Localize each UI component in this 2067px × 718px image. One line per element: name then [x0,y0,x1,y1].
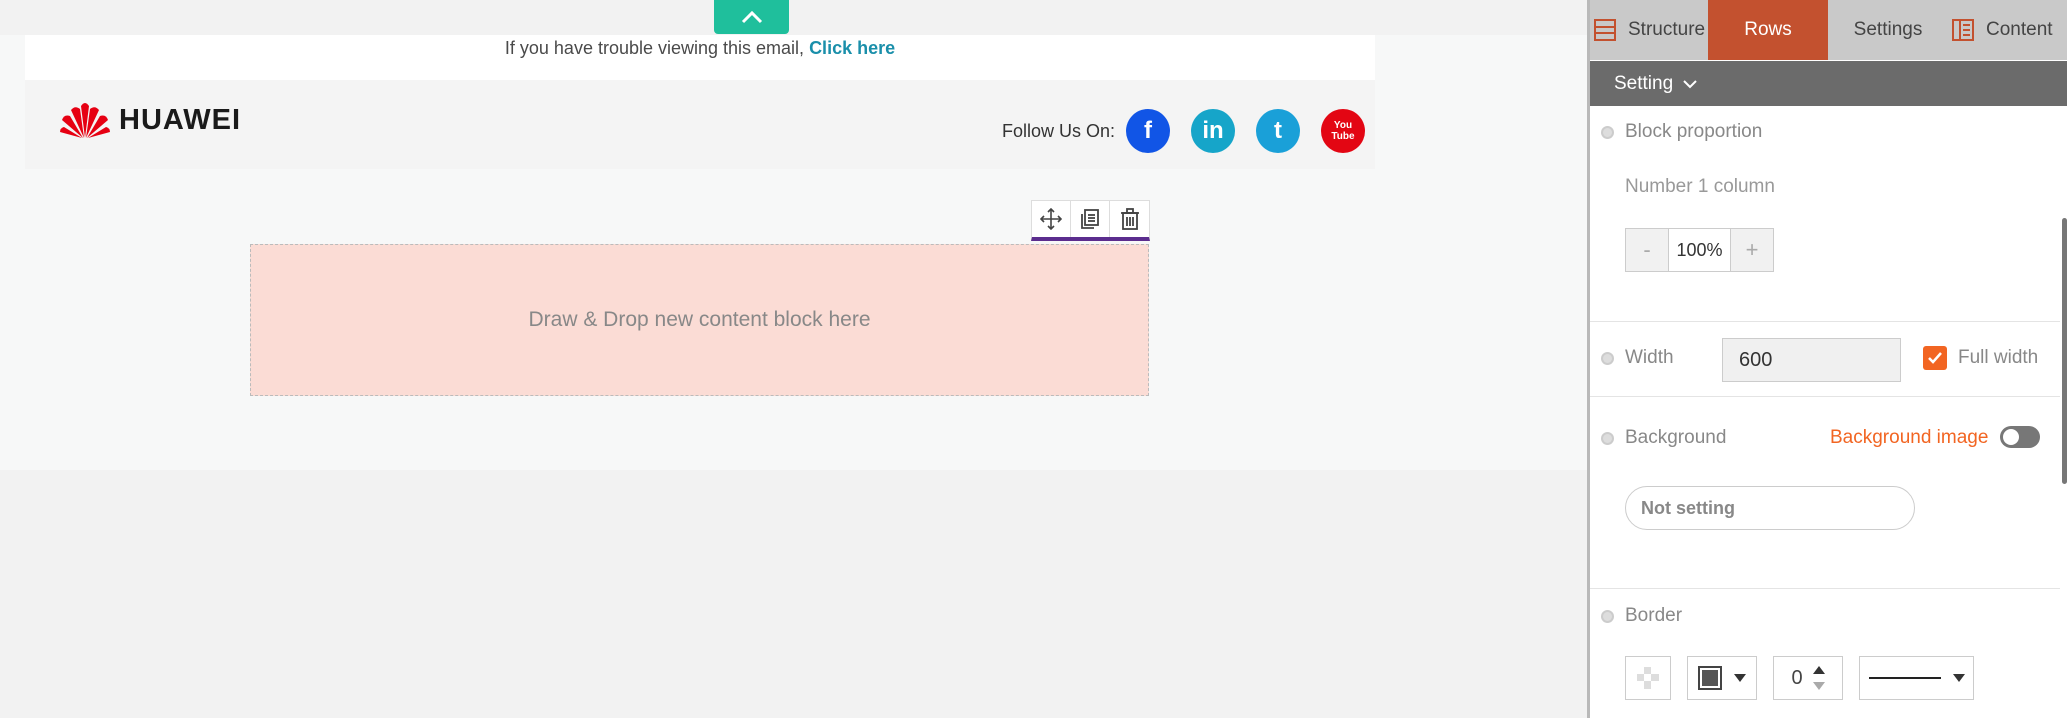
background-label: Background [1625,427,1727,448]
panel-body: Block proportion Number 1 column - 100% … [1590,106,2067,718]
facebook-glyph: f [1144,117,1152,144]
section-bullet [1601,351,1614,365]
increment-button[interactable]: + [1731,229,1773,271]
block-proportion-section: Block proportion Number 1 column - 100% … [1590,121,2060,321]
linkedin-icon[interactable]: in [1191,109,1235,153]
decrement-button[interactable]: - [1626,229,1668,271]
move-button[interactable] [1032,201,1071,237]
transparent-button[interactable] [1625,656,1671,700]
email-canvas: If you have trouble viewing this email, … [0,0,1587,718]
tab-structure-label: Structure [1628,19,1706,40]
drop-zone-label: Draw & Drop new content block here [528,308,871,331]
tab-content[interactable]: Content [1948,0,2067,60]
duplicate-button[interactable] [1071,201,1110,237]
panel-tabs: Structure Rows Settings Content [1590,0,2067,60]
tab-rows[interactable]: Rows [1708,0,1828,60]
border-width-stepper[interactable]: 0 [1773,656,1843,700]
width-input[interactable]: 600 [1722,338,1901,382]
follow-label: Follow Us On: [1001,120,1115,141]
divider [1590,588,2060,589]
follow-us: Follow Us On: f in t You Tube [1002,109,1365,153]
block-proportion-header: Block proportion [1601,121,1762,143]
width-header: Width [1601,338,1674,378]
dropdown-arrow-icon [1734,674,1746,682]
structure-icon [1594,19,1616,41]
collapse-toolbar-button[interactable] [714,0,789,34]
section-bullet [1601,431,1614,445]
settings-panel: Structure Rows Settings Content Setting … [1587,0,2067,718]
youtube-icon[interactable]: You Tube [1321,109,1365,153]
divider [1590,396,2060,397]
full-width-option: Full width [1923,346,2038,370]
proportion-stepper: - 100% + [1625,228,1774,272]
drop-zone[interactable]: Draw & Drop new content block here [250,244,1149,396]
chevron-down-icon [1683,79,1697,88]
border-controls: 0 [1625,656,1974,700]
background-select[interactable]: Not setting [1625,486,1915,530]
width-label: Width [1625,347,1674,368]
solid-line-icon [1868,677,1941,679]
border-width-value: 0 [1791,666,1803,689]
view-online-bar: If you have trouble viewing this email, … [25,35,1375,80]
tab-structure[interactable]: Structure [1590,0,1708,60]
tab-content-label: Content [1986,19,2053,40]
huawei-logo: HUAWEI [59,100,241,140]
proportion-value[interactable]: 100% [1668,229,1731,271]
dropdown-arrow-icon [1952,674,1965,682]
full-width-label: Full width [1958,347,2039,368]
chevron-up-icon [741,10,762,24]
tab-rows-label: Rows [1744,19,1792,40]
section-bullet [1601,125,1614,139]
setting-label: Setting [1614,72,1674,94]
linkedin-glyph: in [1202,117,1224,144]
click-here-link[interactable]: Click here [809,38,895,58]
tab-settings[interactable]: Settings [1828,0,1948,60]
block-proportion-label: Block proportion [1625,121,1763,142]
twitter-icon[interactable]: t [1256,109,1300,153]
block-toolbar [1031,200,1150,241]
panel-scrollbar[interactable] [2062,218,2067,484]
border-style-select[interactable] [1859,656,1974,700]
section-bullet [1601,609,1614,623]
content-icon [1952,19,1974,41]
delete-button[interactable] [1110,201,1149,237]
setting-dropdown[interactable]: Setting [1590,61,2067,106]
huawei-flower-icon [60,103,110,138]
email-header[interactable]: HUAWEI Follow Us On: f in t You Tube [25,80,1375,169]
trouble-text: If you have trouble viewing this email, [504,38,805,58]
background-image-toggle[interactable] [2000,426,2040,448]
border-label: Border [1625,605,1683,626]
twitter-glyph: t [1274,117,1282,144]
background-header: Background [1601,418,1726,458]
color-swatch-icon [1698,666,1722,690]
check-icon [1928,352,1942,364]
tab-settings-label: Settings [1853,19,1923,40]
border-color-picker[interactable] [1687,656,1757,700]
move-icon [1040,208,1062,230]
full-width-checkbox[interactable] [1923,346,1947,370]
transparent-icon [1637,667,1659,689]
spin-arrows-icon[interactable] [1812,664,1825,692]
border-header: Border [1601,596,1682,636]
background-image-label: Background image [1830,427,1989,448]
youtube-glyph: You Tube [1331,120,1355,142]
trash-icon [1120,208,1139,230]
brand-name: HUAWEI [119,103,241,136]
facebook-icon[interactable]: f [1126,109,1170,153]
divider [1590,321,2060,322]
column-count-label: Number 1 column [1625,176,1775,197]
duplicate-icon [1081,209,1099,229]
